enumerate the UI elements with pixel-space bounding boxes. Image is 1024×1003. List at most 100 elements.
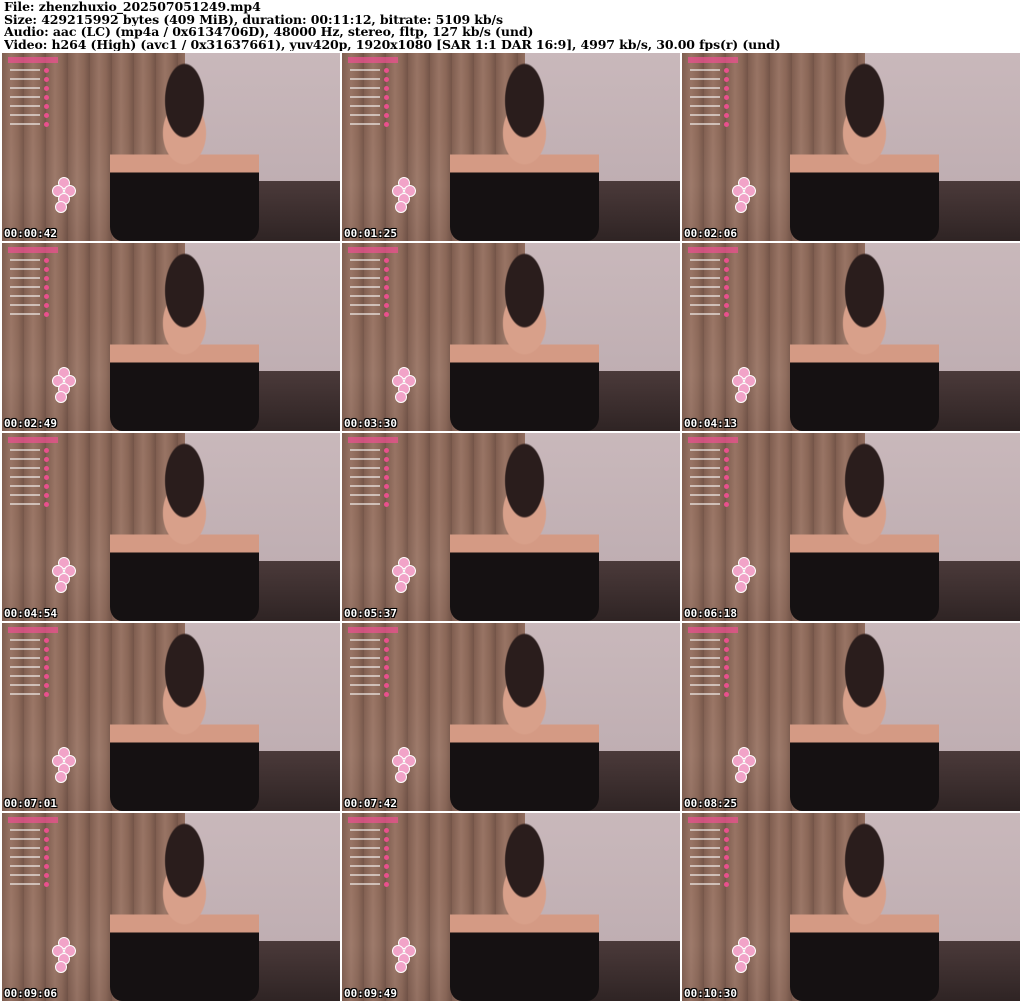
overlay-logo [8, 817, 58, 823]
overlay-logo [348, 627, 398, 633]
overlay-menu-line [10, 96, 40, 98]
video-thumbnail[interactable]: 00:09:49 [342, 813, 680, 1001]
overlay-bullet-icon [384, 276, 389, 281]
thumbnail-timestamp: 00:04:13 [684, 417, 737, 430]
overlay-bullet-icon [44, 674, 49, 679]
overlay-menu-line [350, 684, 380, 686]
overlay-logo [8, 627, 58, 633]
overlay-menu-line [690, 666, 720, 668]
overlay-logo [348, 247, 398, 253]
video-thumbnail[interactable]: 00:04:54 [2, 433, 340, 621]
overlay-bullet-icon [384, 837, 389, 842]
overlay-menu-line [690, 494, 720, 496]
overlay-menu-line [350, 123, 380, 125]
overlay-menu-line [10, 684, 40, 686]
video-thumbnail[interactable]: 00:02:49 [2, 243, 340, 431]
overlay-logo [688, 437, 738, 443]
person-figure [450, 820, 599, 1001]
overlay-bullet-icon [724, 665, 729, 670]
overlay-menu-line [350, 304, 380, 306]
overlay-bullet-icon [44, 656, 49, 661]
overlay-menu-line [10, 657, 40, 659]
video-thumbnail[interactable]: 00:07:42 [342, 623, 680, 811]
overlay-bullet-icon [384, 665, 389, 670]
overlay-menu-line [350, 865, 380, 867]
video-thumbnail[interactable]: 00:03:30 [342, 243, 680, 431]
overlay-menu-line [690, 286, 720, 288]
video-thumbnail[interactable]: 00:02:06 [682, 53, 1020, 241]
overlay-bullet-icon [44, 104, 49, 109]
flower-icon [392, 937, 416, 973]
thumbnail-timestamp: 00:09:06 [4, 987, 57, 1000]
overlay-menu-line [690, 69, 720, 71]
overlay-menu-line [690, 648, 720, 650]
thumbnail-timestamp: 00:01:25 [344, 227, 397, 240]
overlay-bullet-icon [724, 457, 729, 462]
overlay-bullet-icon [44, 882, 49, 887]
flower-icon [392, 557, 416, 593]
overlay-bullet-icon [44, 303, 49, 308]
overlay-menu-line [10, 259, 40, 261]
video-thumbnail[interactable]: 00:09:06 [2, 813, 340, 1001]
person-figure [790, 630, 939, 811]
overlay-bullet-icon [44, 493, 49, 498]
overlay-bullet-icon [384, 267, 389, 272]
overlay-menu-line [10, 874, 40, 876]
overlay-bullet-icon [724, 86, 729, 91]
overlay-bullet-icon [44, 258, 49, 263]
overlay-menu-line [350, 639, 380, 641]
flower-icon [392, 747, 416, 783]
overlay-menu-line [690, 458, 720, 460]
overlay-bullet-icon [724, 674, 729, 679]
overlay-menu-line [350, 114, 380, 116]
overlay-bullet-icon [44, 113, 49, 118]
overlay-bullet-icon [384, 484, 389, 489]
overlay-menu-line [350, 856, 380, 858]
overlay-bullet-icon [44, 665, 49, 670]
file-info-header: File: zhenzhuxio_202507051249.mp4 Size: … [4, 1, 1020, 51]
overlay-menu-line [10, 87, 40, 89]
overlay-bullet-icon [44, 448, 49, 453]
overlay-menu-line [690, 105, 720, 107]
overlay-bullet-icon [44, 855, 49, 860]
overlay-bullet-icon [44, 294, 49, 299]
overlay-bullet-icon [44, 828, 49, 833]
video-thumbnail[interactable]: 00:10:30 [682, 813, 1020, 1001]
overlay-bullet-icon [44, 267, 49, 272]
overlay-menu-line [690, 657, 720, 659]
person-figure [790, 440, 939, 621]
overlay-menu-line [690, 259, 720, 261]
video-thumbnail[interactable]: 00:08:25 [682, 623, 1020, 811]
overlay-bullet-icon [724, 104, 729, 109]
overlay-bullet-icon [384, 493, 389, 498]
video-thumbnail[interactable]: 00:05:37 [342, 433, 680, 621]
overlay-menu-line [350, 829, 380, 831]
person-figure [450, 630, 599, 811]
overlay-menu-line [690, 114, 720, 116]
video-thumbnail[interactable]: 00:06:18 [682, 433, 1020, 621]
overlay-menu-line [690, 449, 720, 451]
overlay-menu-line [10, 675, 40, 677]
overlay-bullet-icon [724, 656, 729, 661]
person-figure [110, 60, 259, 241]
overlay-bullet-icon [44, 95, 49, 100]
overlay-logo [8, 437, 58, 443]
video-thumbnail[interactable]: 00:01:25 [342, 53, 680, 241]
overlay-bullet-icon [44, 484, 49, 489]
overlay-bullet-icon [384, 77, 389, 82]
overlay-menu-line [10, 268, 40, 270]
flower-icon [52, 557, 76, 593]
overlay-menu-line [350, 295, 380, 297]
overlay-menu-line [690, 96, 720, 98]
video-thumbnail[interactable]: 00:07:01 [2, 623, 340, 811]
overlay-bullet-icon [44, 86, 49, 91]
overlay-logo [348, 57, 398, 63]
overlay-menu-line [690, 467, 720, 469]
video-thumbnail[interactable]: 00:04:13 [682, 243, 1020, 431]
overlay-menu-line [690, 693, 720, 695]
overlay-menu-line [690, 684, 720, 686]
overlay-menu-line [690, 304, 720, 306]
overlay-menu-line [10, 78, 40, 80]
video-thumbnail[interactable]: 00:00:42 [2, 53, 340, 241]
overlay-menu-line [350, 96, 380, 98]
